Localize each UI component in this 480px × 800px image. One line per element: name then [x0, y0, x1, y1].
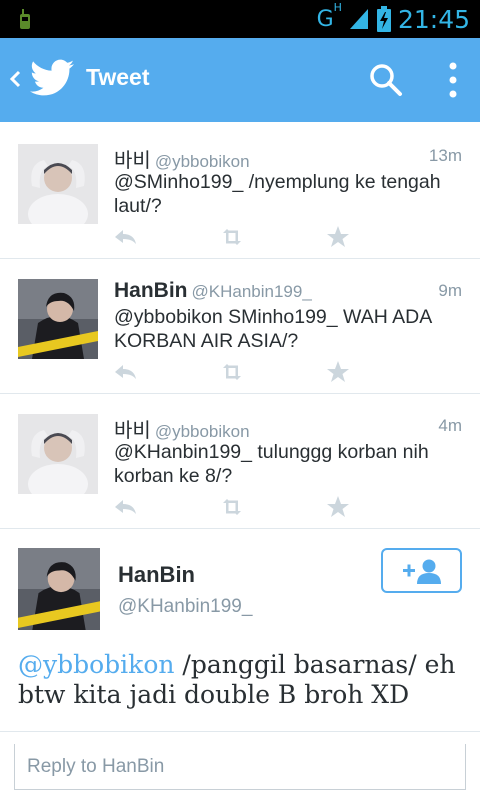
retweet-icon[interactable]	[218, 224, 246, 250]
tweet-item[interactable]: 바비 @ybbobikon 4m @KHanbin199_ tulunggg ko…	[0, 394, 480, 529]
avatar[interactable]	[18, 548, 100, 630]
add-user-icon	[403, 559, 441, 584]
status-bar: GH 21:45	[0, 0, 480, 38]
reply-box[interactable]	[14, 744, 466, 790]
reply-input[interactable]	[15, 744, 465, 789]
favorite-star-icon[interactable]	[324, 359, 352, 385]
network-type: GH	[316, 1, 342, 32]
twitter-bird-icon[interactable]	[30, 58, 74, 98]
detail-handle[interactable]: @KHanbin199_	[118, 596, 252, 618]
tweet-actions	[112, 224, 362, 250]
chevron-left-icon[interactable]	[6, 62, 24, 96]
tweet-detail: HanBin @KHanbin199_ @ybbobikon /panggil …	[0, 530, 480, 732]
tweet-author[interactable]: 바비 @ybbobikon	[114, 144, 250, 173]
reply-icon[interactable]	[112, 224, 140, 250]
clock: 21:45	[397, 4, 470, 34]
tweet-actions	[112, 494, 362, 520]
tweet-text: @KHanbin199_ tulunggg korban nih korban …	[114, 441, 429, 487]
overflow-menu-icon[interactable]	[438, 58, 468, 102]
signal-icon	[349, 9, 368, 29]
phone-icon	[20, 9, 30, 29]
tweet-text: @ybbobikon SMinho199_ WAH ADA KORBAN AIR…	[114, 306, 432, 352]
search-icon[interactable]	[364, 58, 408, 102]
tweet-actions	[112, 359, 362, 385]
favorite-star-icon[interactable]	[324, 494, 352, 520]
action-bar: Tweet	[0, 38, 480, 122]
mention-link[interactable]: @ybbobikon	[18, 650, 174, 679]
tweet-author[interactable]: HanBin @KHanbin199_	[114, 279, 312, 303]
tweet-text: @SMinho199_ /nyemplung ke tengah laut/?	[114, 171, 441, 217]
avatar[interactable]	[18, 144, 98, 224]
reply-icon[interactable]	[112, 359, 140, 385]
avatar[interactable]	[18, 414, 98, 494]
avatar[interactable]	[18, 279, 98, 359]
detail-text: @ybbobikon /panggil basarnas/ eh btw kit…	[18, 650, 456, 709]
detail-author[interactable]: HanBin	[118, 562, 195, 588]
tweet-handle[interactable]: @ybbobikon	[155, 422, 250, 441]
tweet-author[interactable]: 바비 @ybbobikon	[114, 414, 250, 443]
tweet-handle[interactable]: @ybbobikon	[155, 152, 250, 171]
battery-charging-icon	[376, 6, 391, 32]
follow-button[interactable]	[381, 548, 462, 593]
favorite-star-icon[interactable]	[324, 224, 352, 250]
tweet-time: 13m	[428, 146, 462, 165]
tweet-handle[interactable]: @KHanbin199_	[192, 282, 312, 301]
tweet-item[interactable]: HanBin @KHanbin199_ 9m @ybbobikon SMinho1…	[0, 259, 480, 394]
tweet-item[interactable]: 바비 @ybbobikon 13m @SMinho199_ /nyemplung …	[0, 124, 480, 259]
retweet-icon[interactable]	[218, 359, 246, 385]
retweet-icon[interactable]	[218, 494, 246, 520]
tweet-time: 9m	[438, 281, 462, 300]
tweet-time: 4m	[438, 416, 462, 435]
reply-icon[interactable]	[112, 494, 140, 520]
page-title: Tweet	[86, 64, 150, 90]
